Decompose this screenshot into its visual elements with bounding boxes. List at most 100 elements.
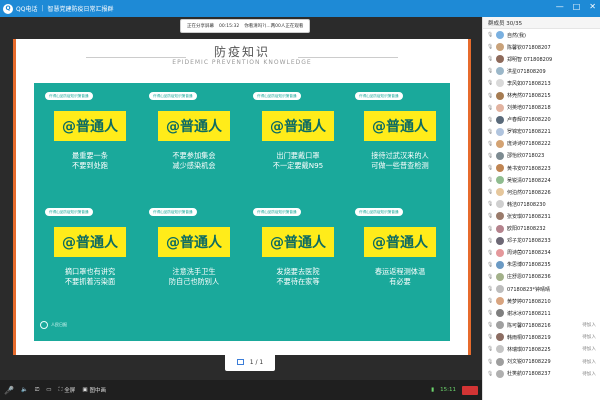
member-avatar [496,91,504,100]
member-name: 陈馨钦071808207 [507,44,551,51]
tip-tag: 许得山品防疫知识第普通 [252,91,302,101]
share-screen-icon[interactable]: ▭ [46,387,51,393]
member-row[interactable]: 🎙 黄梦婷071808210 [483,295,600,307]
tip-message: 发烧要去医院 不要待在家等 [248,267,348,287]
member-row[interactable]: 🎙 刘文锐071808229 待加入 [483,356,600,368]
member-row[interactable]: 🎙 自然(我) [483,29,600,41]
member-row[interactable]: 🎙 周诗茵071808234 [483,247,600,259]
member-avatar [496,67,504,76]
members-header: 群成员 30/35 [483,17,600,29]
member-row[interactable]: 🎙 何泊然071808226 [483,186,600,198]
member-mic-icon: 🎙 [487,298,494,305]
speaker-icon[interactable]: 🔈 [21,387,28,393]
fullscreen-button[interactable]: ⛶ 全屏 [58,386,76,395]
member-row[interactable]: 🎙 刘英培071808218 [483,102,600,114]
member-mic-icon: 🎙 [487,358,494,365]
member-mic-icon: 🎙 [487,334,494,341]
tip-line: 减少感染机会 [172,161,216,170]
member-mic-icon: 🎙 [487,225,494,232]
member-name: 黄书安071808223 [507,165,551,172]
member-row[interactable]: 🎙 07180823*钟晴晴 [483,283,600,295]
tip-tag: 许得山品防疫知识第普通 [252,207,302,217]
hangup-button[interactable] [462,385,478,395]
member-name: 李风如071808213 [507,80,551,87]
tip-line: 可做一些普查检测 [371,161,429,170]
member-mic-icon: 🎙 [487,249,494,256]
member-mic-icon: 🎙 [487,32,494,39]
tip-message: 接待过武汉来的人 可做一些普查检测 [350,151,450,171]
member-mic-icon: 🎙 [487,56,494,63]
member-avatar [496,345,504,354]
member-avatar [496,188,504,197]
member-row[interactable]: 🎙 朱思博071808235 [483,259,600,271]
member-row[interactable]: 🎙 李风如071808213 [483,77,600,89]
maximize-button[interactable]: □ [573,2,581,11]
tip-line: 不要到处跑 [72,161,108,170]
member-row[interactable]: 🎙 韩洁071808230 [483,198,600,210]
app-name: QQ电话 [16,6,38,13]
member-avatar [496,285,504,294]
member-mic-icon: 🎙 [487,261,494,268]
tip-card-2: 许得山品防疫知识第普通 @普通人 不要参加集会 减少感染机会 [144,91,244,209]
member-name: 欧阳071808232 [507,226,546,233]
member-avatar [496,224,504,233]
member-row[interactable]: 🎙 韩雨桐071808219 待加入 [483,331,600,343]
members-list: 🎙 自然(我) 🎙 陈馨钦071808207 🎙 郑明智 071808209 🎙 洪星0718… [483,29,600,380]
member-avatar [496,321,504,330]
fullscreen-label: 全屏 [64,388,76,394]
member-avatar [496,260,504,269]
member-row[interactable]: 🎙 陈馨钦071808207 [483,41,600,53]
slide-title: 防疫知识 [213,45,270,59]
page-icon [236,359,244,365]
pip-icon: ▣ [82,387,88,393]
member-row[interactable]: 🎙 谢冰冰071808211 [483,307,600,319]
member-name: 黄梦婷071808210 [507,298,551,305]
member-row[interactable]: 🎙 张安琪071808231 [483,210,600,222]
picture-in-picture-button[interactable]: ▣ 图中画 [82,386,106,394]
member-row[interactable]: 🎙 庄舒恩071808236 [483,271,600,283]
member-row[interactable]: 🎙 罗锦宏071808221 [483,126,600,138]
member-avatar [496,236,504,245]
share-status-text: 正在分享屏幕 [187,24,214,29]
share-status-bar: 正在分享屏幕 00:15:32 你看清吗?(...两00人正在观看 [180,19,311,33]
member-row[interactable]: 🎙 庞诗诗071808222 [483,138,600,150]
member-row[interactable]: 🎙 吴锐清071808224 [483,174,600,186]
tip-label: @普通人 [158,111,230,141]
member-row[interactable]: 🎙 郑明智 071808209 [483,53,600,65]
shared-slide: 防疫知识 EPIDEMIC PREVENTION KNOWLEDGE 许得山品防… [13,39,471,355]
member-name: 韩雨桐071808219 [507,334,551,341]
member-mic-icon: 🎙 [487,68,494,75]
member-avatar [496,164,504,173]
member-row[interactable]: 🎙 邓子龙071808233 [483,235,600,247]
conference-title: 智慧党建防疫日常汇报群 [47,6,114,13]
member-row[interactable]: 🎙 卢春辉071808220 [483,114,600,126]
member-row[interactable]: 🎙 黄书安071808223 [483,162,600,174]
member-row[interactable]: 🎙 杜笑航071808237 待加入 [483,368,600,380]
member-row[interactable]: 🎙 洪星071808209 [483,65,600,77]
camera-icon[interactable]: ⎚ [35,387,39,394]
tip-message: 春运返程测体温 有必要 [350,267,450,287]
microphone-muted-icon[interactable]: 🎤 [4,386,14,395]
fullscreen-icon: ⛶ [58,386,63,393]
close-button[interactable]: ✕ [589,2,596,11]
member-row[interactable]: 🎙 欧阳071808232 [483,223,600,235]
member-avatar [496,43,504,52]
member-row[interactable]: 🎙 邵怡欣0718023 [483,150,600,162]
member-row[interactable]: 🎙 林瑞琪071808225 待加入 [483,343,600,355]
member-row[interactable]: 🎙 林壳然071808215 [483,89,600,101]
page-indicator[interactable]: 1 / 1 [225,353,275,371]
call-control-bar: 🎤 🔈 ⎚ ▭ ⛶ 全屏 ▣ 图中画 ▮ 15:11 [0,380,482,400]
member-mic-icon: 🎙 [487,128,494,135]
tip-card-5: 许得山品防疫知识第普通 @普通人 摘口罩也有讲究 不要抓着污染面 [40,207,140,325]
tip-card-6: 许得山品防疫知识第普通 @普通人 注意洗手卫生 防自己也防别人 [144,207,244,325]
share-viewers: 你看清吗?(...两00人正在观看 [244,24,304,29]
member-avatar [496,31,504,40]
screen-share-stage: 正在分享屏幕 00:15:32 你看清吗?(...两00人正在观看 防疫知识 E… [0,17,482,380]
tip-line: 不要待在家等 [276,277,320,286]
minimize-button[interactable]: — [556,2,564,11]
member-avatar [496,151,504,160]
member-name: 07180823*钟晴晴 [507,286,550,293]
tip-tag: 许得山品防疫知识第普通 [354,91,404,101]
member-row[interactable]: 🎙 陈可馨071808216 待加入 [483,319,600,331]
tip-tag: 许得山品防疫知识第普通 [148,91,198,101]
